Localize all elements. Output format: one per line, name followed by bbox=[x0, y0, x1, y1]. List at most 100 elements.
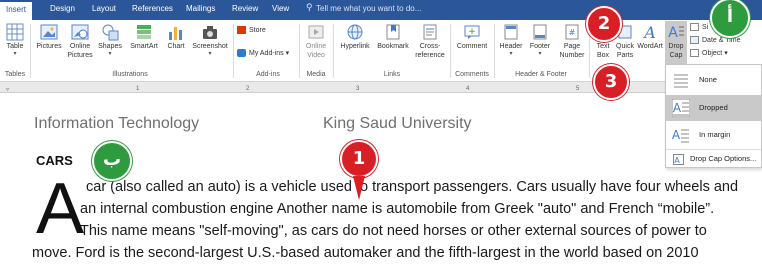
screenshot-label: Screenshot bbox=[192, 43, 228, 50]
shapes-button[interactable]: Shapes ▾ bbox=[96, 23, 124, 57]
paragraph-line-3: This name means "self-moving", as cars d… bbox=[80, 223, 707, 239]
drop-cap-dropped-icon: A bbox=[672, 99, 690, 117]
ruler-indent-marker[interactable]: ▿ bbox=[6, 86, 9, 93]
header-label: Header bbox=[499, 43, 523, 50]
tab-layout[interactable]: Layout bbox=[92, 4, 116, 13]
text-box-label-2: Box bbox=[596, 52, 610, 59]
drop-cap-none-label: None bbox=[699, 75, 717, 84]
smartart-button[interactable]: SmartArt bbox=[126, 23, 162, 51]
online-pictures-button[interactable]: Online Pictures bbox=[66, 23, 94, 60]
pictures-label: Pictures bbox=[36, 43, 62, 50]
text-box-label-1: Text bbox=[596, 43, 610, 50]
table-button[interactable]: Table ▾ bbox=[4, 23, 26, 57]
group-tables-label: Tables bbox=[4, 71, 26, 78]
pictures-button[interactable]: Pictures bbox=[33, 23, 65, 51]
chart-icon bbox=[169, 27, 182, 40]
step-1-pointer bbox=[353, 176, 365, 200]
comment-button[interactable]: + Comment bbox=[453, 23, 491, 51]
drop-cap-in-margin-item[interactable]: A In margin bbox=[666, 122, 761, 148]
group-links-label: Links bbox=[383, 71, 401, 78]
date-time-label: Date & Time bbox=[702, 36, 741, 44]
object-label: Object bbox=[702, 50, 723, 57]
signature-line-button[interactable]: Si bbox=[690, 23, 708, 31]
footer-button[interactable]: Footer ▾ bbox=[526, 23, 554, 57]
cross-reference-label-1: Cross- bbox=[419, 43, 441, 50]
drop-cap-dropped-item[interactable]: A Dropped bbox=[666, 95, 761, 121]
drop-cap-dropdown: None A Dropped A In margin A Drop Cap Op… bbox=[665, 64, 762, 168]
shapes-label: Shapes bbox=[98, 43, 122, 50]
drop-cap-options-label: Drop Cap Options... bbox=[690, 154, 757, 163]
tab-design[interactable]: Design bbox=[50, 4, 75, 13]
header-button[interactable]: Header ▾ bbox=[497, 23, 525, 57]
tab-review[interactable]: Review bbox=[232, 4, 258, 13]
svg-text:#: # bbox=[569, 28, 576, 37]
svg-text:A: A bbox=[668, 25, 678, 41]
tab-view[interactable]: View bbox=[272, 4, 289, 13]
online-pictures-label-2: Pictures bbox=[67, 52, 93, 59]
table-label: Table bbox=[6, 43, 24, 50]
svg-text:A: A bbox=[673, 101, 682, 115]
bookmark-label: Bookmark bbox=[377, 43, 409, 50]
tab-insert[interactable]: Insert bbox=[0, 2, 33, 20]
ribbon-insert: Table ▾ Tables Pictures Online Pictures … bbox=[0, 20, 762, 82]
chart-label: Chart bbox=[167, 43, 185, 50]
tab-mailings[interactable]: Mailings bbox=[186, 4, 215, 13]
paragraph-line-2: an internal combustion engine Another na… bbox=[80, 201, 715, 217]
drop-cap-options-item[interactable]: A Drop Cap Options... bbox=[666, 149, 761, 167]
group-divider bbox=[30, 24, 31, 78]
smartart-icon bbox=[137, 25, 151, 39]
page-number-button[interactable]: # Page Number bbox=[556, 23, 588, 60]
tab-references[interactable]: References bbox=[132, 4, 173, 13]
bookmark-button[interactable]: Bookmark bbox=[375, 23, 411, 51]
chevron-down-icon: ▾ bbox=[285, 50, 290, 57]
group-addins-label: Add-ins bbox=[256, 71, 280, 78]
cross-reference-button[interactable]: Cross- reference bbox=[412, 23, 448, 60]
drop-cap-button[interactable]: A Drop Cap bbox=[665, 21, 687, 69]
group-divider bbox=[494, 24, 495, 78]
cross-reference-label-2: reference bbox=[415, 52, 445, 59]
svg-text:+: + bbox=[468, 27, 476, 37]
page-number-label-1: Page bbox=[563, 43, 581, 50]
cross-reference-icon bbox=[423, 24, 437, 40]
drop-cap-none-item[interactable]: None bbox=[666, 67, 761, 93]
chevron-down-icon: ▾ bbox=[538, 51, 542, 57]
paragraph-line-4: move. Ford is the second-largest U.S.-ba… bbox=[32, 245, 699, 261]
ribbon-tab-bar: Insert Design Layout References Mailings… bbox=[0, 0, 762, 20]
drop-cap-label-1: Drop bbox=[668, 43, 684, 50]
online-video-button[interactable]: Online Video bbox=[302, 23, 330, 60]
camera-icon bbox=[203, 26, 217, 39]
group-header-footer-label: Header & Footer bbox=[515, 71, 567, 78]
wordart-button[interactable]: A WordArt bbox=[636, 23, 664, 51]
step-2-badge: 2 bbox=[586, 6, 622, 42]
quick-parts-label-1: Quick bbox=[616, 43, 634, 50]
group-media-label: Media bbox=[306, 71, 326, 78]
drop-cap-icon: A bbox=[668, 25, 684, 41]
store-icon bbox=[237, 26, 246, 34]
tell-me-search[interactable]: Tell me what you want to do... bbox=[316, 4, 421, 13]
group-comments-label: Comments bbox=[455, 71, 489, 78]
footer-label: Footer bbox=[529, 43, 551, 50]
group-divider bbox=[333, 24, 334, 78]
chart-button[interactable]: Chart bbox=[163, 23, 189, 51]
store-button[interactable]: Store bbox=[237, 26, 266, 34]
header-icon bbox=[504, 24, 518, 40]
horizontal-ruler[interactable]: ▿ 1 2 3 4 5 bbox=[0, 82, 762, 93]
wordart-icon: A bbox=[642, 23, 656, 41]
document-header-right: King Saud University bbox=[323, 115, 472, 132]
svg-text:A: A bbox=[642, 23, 656, 41]
object-button[interactable]: Object ▾ bbox=[690, 49, 728, 58]
ruler-mark: 4 bbox=[466, 86, 470, 92]
group-divider bbox=[299, 24, 300, 78]
online-pictures-label-1: Online bbox=[69, 43, 91, 50]
drop-cap-letter: A bbox=[36, 169, 85, 249]
screenshot-button[interactable]: Screenshot ▾ bbox=[190, 23, 230, 57]
drop-cap-label-2: Cap bbox=[669, 52, 683, 59]
document-heading: CARS bbox=[36, 153, 73, 168]
object-icon bbox=[690, 49, 699, 58]
my-addins-button[interactable]: My Add-ins ▾ bbox=[237, 49, 290, 58]
ruler-mark: 2 bbox=[246, 86, 250, 92]
step-ba-badge: ب bbox=[92, 141, 132, 181]
addins-icon bbox=[237, 49, 246, 58]
footer-icon bbox=[533, 24, 547, 40]
hyperlink-button[interactable]: Hyperlink bbox=[336, 23, 374, 51]
